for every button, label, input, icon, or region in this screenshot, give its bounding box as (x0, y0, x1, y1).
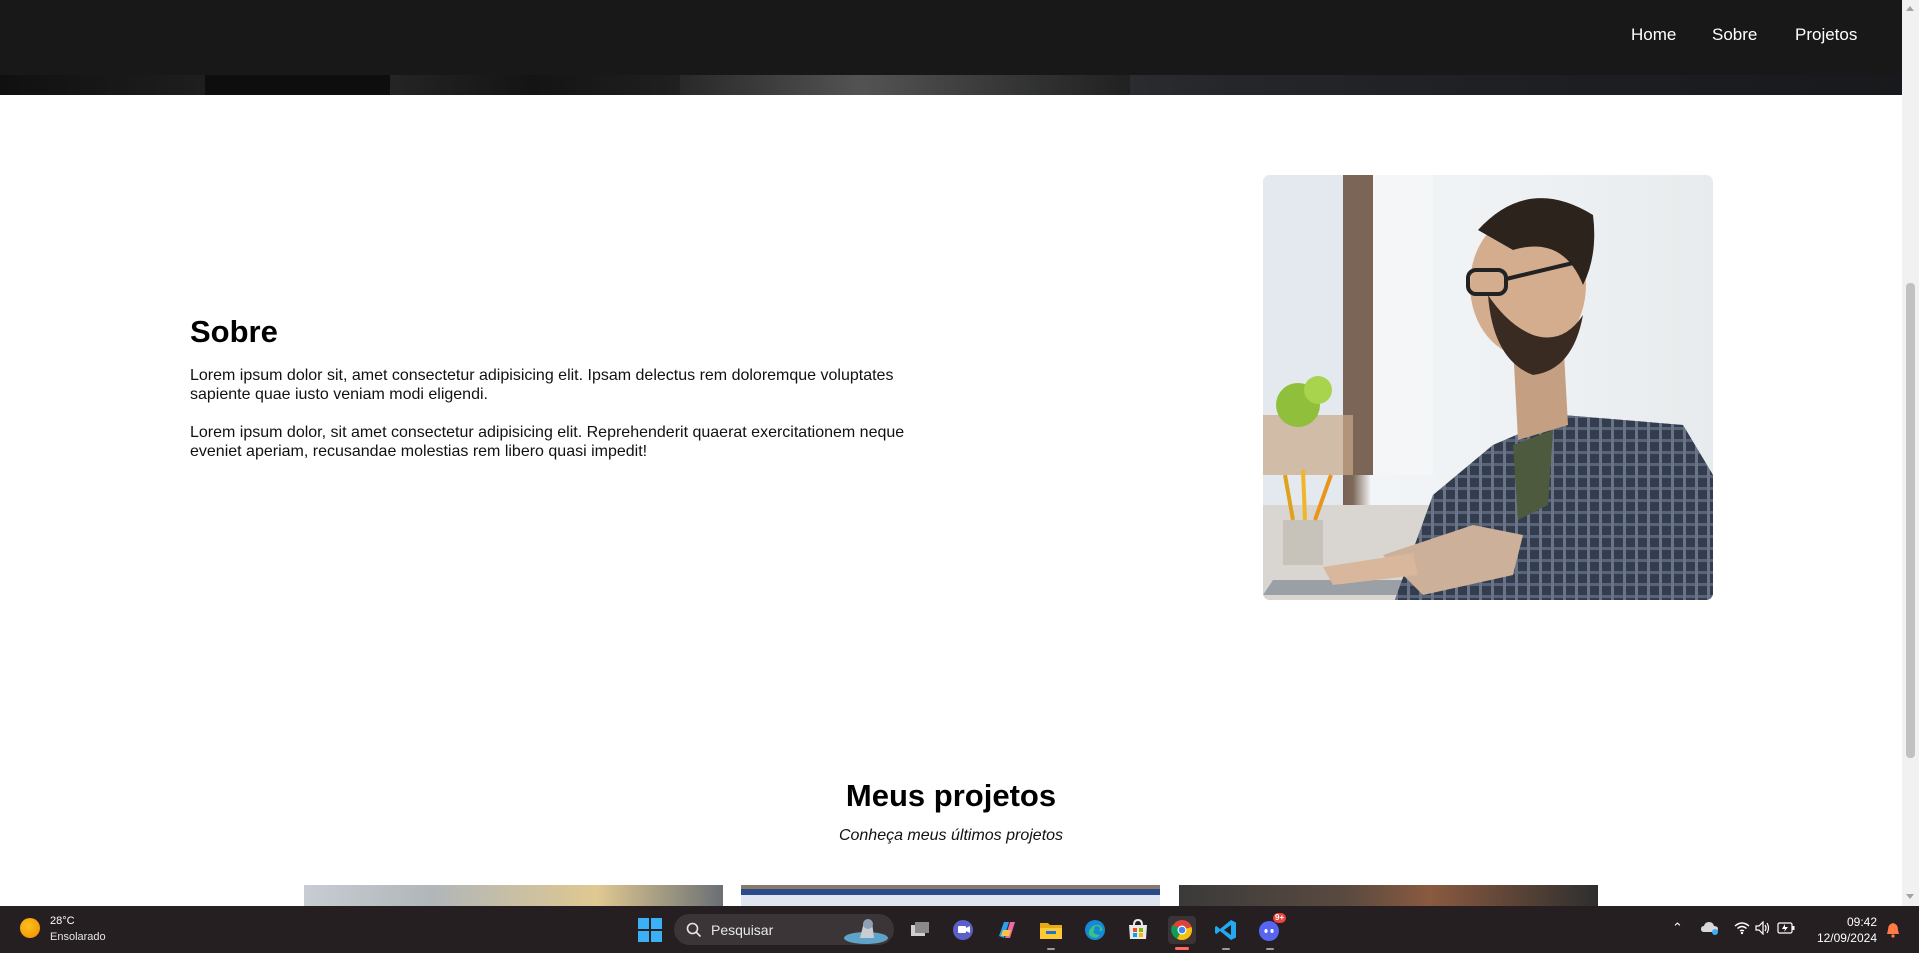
task-view-icon[interactable] (906, 916, 934, 944)
teams-icon[interactable] (949, 916, 977, 944)
chrome-icon[interactable] (1168, 916, 1196, 950)
scrollbar-thumb[interactable] (1906, 283, 1915, 758)
projects-title: Meus projetos (845, 778, 1057, 813)
nav-link-home[interactable]: Home (1631, 25, 1676, 45)
clock-date: 12/09/2024 (1816, 931, 1877, 945)
about-paragraph-2: Lorem ipsum dolor, sit amet consectetur … (190, 424, 905, 460)
edge-icon[interactable] (1081, 916, 1109, 944)
scroll-up-arrow-icon[interactable] (1906, 6, 1914, 11)
notification-bell-icon[interactable] (1886, 922, 1900, 938)
file-explorer-icon[interactable] (1037, 916, 1065, 950)
project-card-3[interactable] (1179, 885, 1598, 906)
page-scrollbar[interactable] (1902, 0, 1919, 906)
battery-icon[interactable] (1777, 922, 1795, 934)
about-photo (1263, 175, 1713, 600)
hero-image-bottom (0, 75, 1902, 95)
onedrive-icon[interactable] (1700, 920, 1720, 936)
nav-link-projetos[interactable]: Projetos (1795, 25, 1857, 45)
sun-icon (20, 918, 40, 938)
volume-icon[interactable] (1755, 921, 1771, 935)
copilot-icon[interactable] (993, 916, 1021, 944)
about-paragraph-1: Lorem ipsum dolor sit, amet consectetur … (190, 367, 894, 403)
projects-subtitle: Conheça meus últimos projetos (838, 827, 1064, 844)
search-placeholder: Pesquisar (711, 922, 774, 938)
windows-taskbar: 28°C Ensolarado Pesquisar 9+ ⌃ 09:42 12/… (0, 906, 1919, 953)
clock-time: 09:42 (1846, 915, 1877, 929)
about-title: Sobre (190, 314, 278, 349)
project-card-1[interactable] (304, 885, 723, 906)
discord-icon[interactable]: 9+ (1256, 913, 1287, 950)
search-highlight-icon (844, 919, 888, 944)
weather-temperature: 28°C (50, 915, 75, 927)
vscode-icon[interactable] (1212, 916, 1240, 950)
project-card-2[interactable] (741, 885, 1160, 906)
discord-notification-badge: 9+ (1273, 913, 1287, 923)
top-navbar: Home Sobre Projetos (0, 0, 1902, 75)
search-icon (686, 922, 702, 938)
weather-condition: Ensolarado (50, 931, 106, 943)
web-page: Home Sobre Projetos Sobre Lorem ipsum do… (0, 0, 1902, 906)
store-icon[interactable] (1124, 916, 1152, 944)
scroll-down-arrow-icon[interactable] (1906, 894, 1914, 899)
chevron-up-icon[interactable]: ⌃ (1672, 920, 1683, 936)
nav-link-sobre[interactable]: Sobre (1712, 25, 1757, 45)
wifi-icon[interactable] (1734, 921, 1750, 935)
taskbar-search-box[interactable]: Pesquisar (674, 914, 894, 945)
windows-start-icon[interactable] (638, 918, 662, 942)
